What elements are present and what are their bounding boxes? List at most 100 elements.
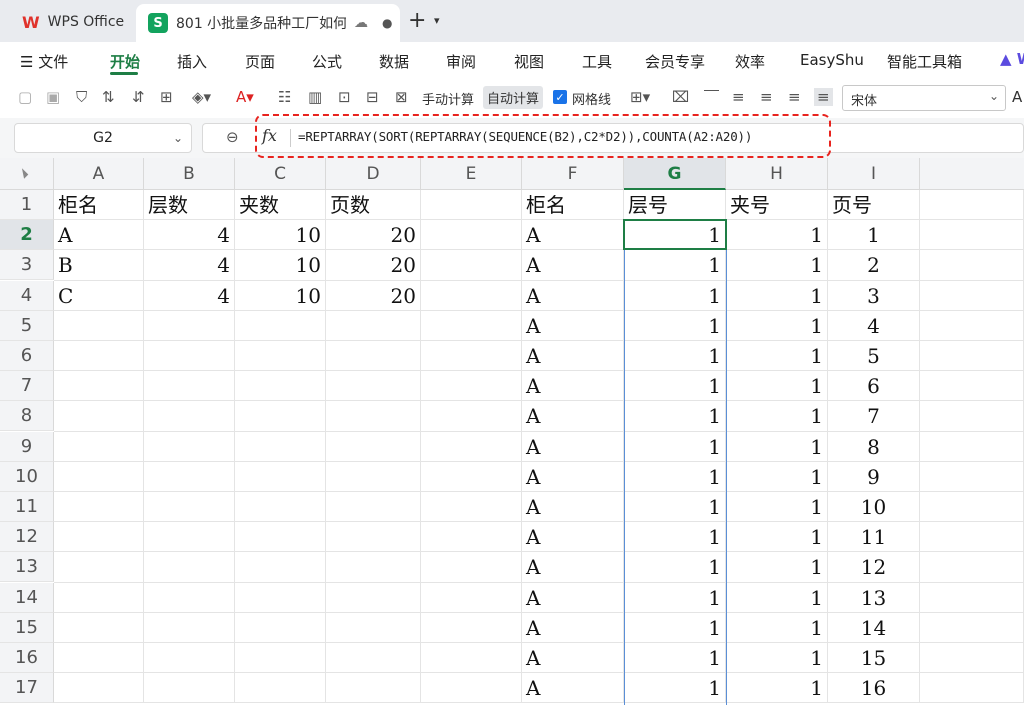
cell-E11[interactable] bbox=[421, 492, 522, 523]
cell-G17[interactable]: 1 bbox=[624, 673, 726, 704]
wps-ai-button[interactable]: ▲ W bbox=[1000, 50, 1024, 68]
cell-C5[interactable] bbox=[235, 310, 326, 341]
cell-F2[interactable]: A bbox=[522, 220, 624, 251]
cell-J9[interactable] bbox=[920, 431, 1024, 462]
cell-I13[interactable]: 12 bbox=[828, 552, 920, 583]
cell-J2[interactable] bbox=[920, 220, 1024, 251]
cell-A4[interactable]: C bbox=[54, 280, 144, 311]
cell-B13[interactable] bbox=[144, 552, 235, 583]
cell-B1[interactable]: 层数 bbox=[144, 190, 235, 221]
cell-A8[interactable] bbox=[54, 401, 144, 432]
cell-F12[interactable]: A bbox=[522, 522, 624, 553]
cell-J6[interactable] bbox=[920, 341, 1024, 372]
menu-item-home[interactable]: 开始 bbox=[110, 51, 140, 72]
row-header-7[interactable]: 7 bbox=[0, 371, 54, 402]
cell-G6[interactable]: 1 bbox=[624, 341, 726, 372]
cell-I7[interactable]: 6 bbox=[828, 371, 920, 402]
cell-E12[interactable] bbox=[421, 522, 522, 553]
new-tab-button[interactable]: + bbox=[408, 8, 426, 33]
row-header-10[interactable]: 10 bbox=[0, 461, 54, 492]
cell-I14[interactable]: 13 bbox=[828, 582, 920, 613]
menu-item-view[interactable]: 视图 bbox=[514, 51, 544, 72]
cell-E10[interactable] bbox=[421, 461, 522, 492]
unsaved-dot-icon[interactable]: ● bbox=[382, 16, 392, 30]
cell-H14[interactable]: 1 bbox=[726, 582, 828, 613]
column-header-d[interactable]: D bbox=[326, 158, 421, 190]
cell-I2[interactable]: 1 bbox=[828, 220, 920, 251]
menu-item-easyshu[interactable]: EasyShu bbox=[800, 51, 864, 69]
cell-D8[interactable] bbox=[326, 401, 421, 432]
cell-I15[interactable]: 14 bbox=[828, 612, 920, 643]
cell-H4[interactable]: 1 bbox=[726, 280, 828, 311]
cell-A10[interactable] bbox=[54, 461, 144, 492]
column-header-c[interactable]: C bbox=[235, 158, 326, 190]
cell-E8[interactable] bbox=[421, 401, 522, 432]
row-header-16[interactable]: 16 bbox=[0, 643, 54, 673]
cell-I11[interactable]: 10 bbox=[828, 492, 920, 523]
table-style-icon[interactable]: ⊞▾ bbox=[630, 88, 650, 106]
cell-J4[interactable] bbox=[920, 280, 1024, 311]
font-size-increase-icon[interactable]: A bbox=[1012, 88, 1022, 106]
cell-E4[interactable] bbox=[421, 280, 522, 311]
menu-item-member[interactable]: 会员专享 bbox=[645, 51, 705, 72]
cell-D15[interactable] bbox=[326, 612, 421, 643]
row-header-17[interactable]: 17 bbox=[0, 673, 54, 704]
cell-J10[interactable] bbox=[920, 461, 1024, 492]
cell-C3[interactable]: 10 bbox=[235, 250, 326, 281]
cell-I6[interactable]: 5 bbox=[828, 341, 920, 372]
cell-D3[interactable]: 20 bbox=[326, 250, 421, 281]
row-header-15[interactable]: 15 bbox=[0, 612, 54, 643]
cell-G9[interactable]: 1 bbox=[624, 431, 726, 462]
cell-B4[interactable]: 4 bbox=[144, 280, 235, 311]
cell-H8[interactable]: 1 bbox=[726, 401, 828, 432]
cell-H13[interactable]: 1 bbox=[726, 552, 828, 583]
cell-F3[interactable]: A bbox=[522, 250, 624, 281]
gridlines-checkbox[interactable]: ✓ bbox=[553, 90, 567, 104]
cell-A6[interactable] bbox=[54, 341, 144, 372]
cell-A11[interactable] bbox=[54, 492, 144, 523]
cell-C15[interactable] bbox=[235, 612, 326, 643]
cell-G5[interactable]: 1 bbox=[624, 310, 726, 341]
cell-H15[interactable]: 1 bbox=[726, 612, 828, 643]
column-header-e[interactable]: E bbox=[421, 158, 522, 190]
clear-format-icon[interactable]: ⌧ bbox=[672, 88, 689, 106]
row-header-2[interactable]: 2 bbox=[0, 220, 54, 251]
column-header-i[interactable]: I bbox=[828, 158, 920, 190]
cell-H5[interactable]: 1 bbox=[726, 310, 828, 341]
row-header-3[interactable]: 3 bbox=[0, 250, 54, 281]
row-header-14[interactable]: 14 bbox=[0, 582, 54, 613]
cell-F15[interactable]: A bbox=[522, 612, 624, 643]
align-justify-icon[interactable]: ≡ bbox=[814, 88, 833, 106]
cell-B17[interactable] bbox=[144, 673, 235, 704]
cell-E2[interactable] bbox=[421, 220, 522, 251]
column-header-b[interactable]: B bbox=[144, 158, 235, 190]
cell-D12[interactable] bbox=[326, 522, 421, 553]
cell-H17[interactable]: 1 bbox=[726, 673, 828, 704]
cell-A7[interactable] bbox=[54, 371, 144, 402]
cell-I17[interactable]: 16 bbox=[828, 673, 920, 704]
auto-calc-button[interactable]: 自动计算 bbox=[483, 86, 544, 109]
row-header-9[interactable]: 9 bbox=[0, 431, 54, 462]
cell-I8[interactable]: 7 bbox=[828, 401, 920, 432]
cell-H7[interactable]: 1 bbox=[726, 371, 828, 402]
cell-F14[interactable]: A bbox=[522, 582, 624, 613]
cell-D6[interactable] bbox=[326, 341, 421, 372]
cell-F11[interactable]: A bbox=[522, 492, 624, 523]
align-right-icon[interactable]: ≡ bbox=[788, 88, 801, 106]
cell-B14[interactable] bbox=[144, 582, 235, 613]
cell-A2[interactable]: A bbox=[54, 220, 144, 251]
document-tab[interactable]: S 801 小批量多品种工厂如何终 ☁ ● bbox=[136, 4, 400, 42]
cell-G13[interactable]: 1 bbox=[624, 552, 726, 583]
cell-H3[interactable]: 1 bbox=[726, 250, 828, 281]
cell-A14[interactable] bbox=[54, 582, 144, 613]
align-left-icon[interactable]: ≡ bbox=[732, 88, 745, 106]
cell-B16[interactable] bbox=[144, 643, 235, 674]
cell-H11[interactable]: 1 bbox=[726, 492, 828, 523]
row-header-6[interactable]: 6 bbox=[0, 341, 54, 371]
cell-H2[interactable]: 1 bbox=[726, 220, 828, 251]
row-header-1[interactable]: 1 bbox=[0, 190, 54, 220]
cell-E1[interactable] bbox=[421, 190, 522, 221]
cell-I16[interactable]: 15 bbox=[828, 643, 920, 674]
cell-J15[interactable] bbox=[920, 612, 1024, 643]
cell-G2[interactable]: 1 bbox=[624, 220, 726, 251]
